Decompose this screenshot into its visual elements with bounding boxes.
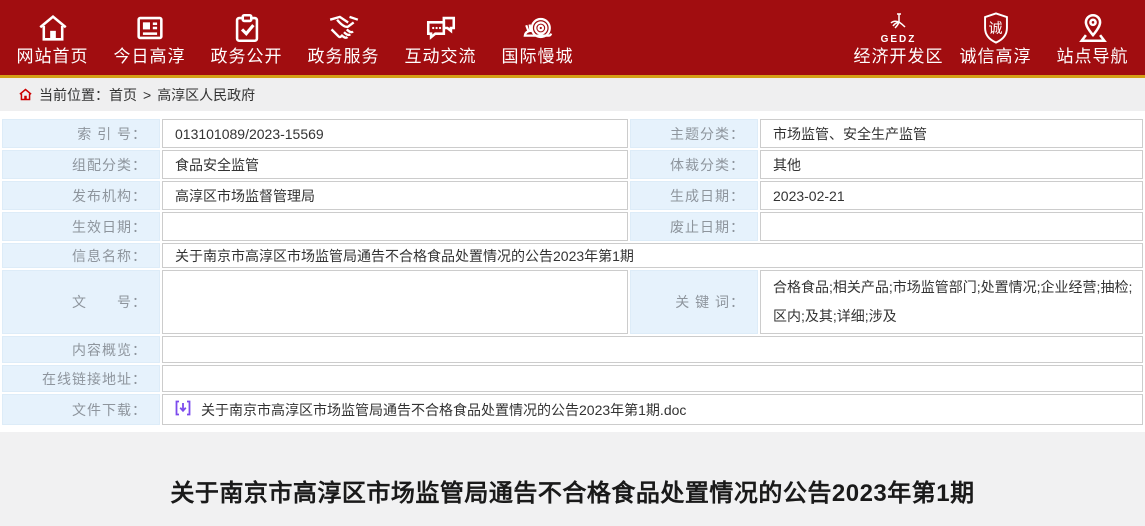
gedz-caption: GEDZ bbox=[881, 35, 917, 45]
top-navigation-bar: 网站首页 今日高淳 政务公开 政务服务 bbox=[0, 0, 1145, 78]
index-no-value: 013101089/2023-15569 bbox=[162, 119, 628, 148]
effective-date-label: 生效日期： bbox=[2, 212, 160, 241]
file-download-cell: 关于南京市高淳区市场监管局通告不合格食品处置情况的公告2023年第1期.doc bbox=[162, 394, 1143, 425]
content-overview-label: 内容概览： bbox=[2, 336, 160, 363]
publisher-value: 高淳区市场监督管理局 bbox=[162, 181, 628, 210]
nav-group-left: 网站首页 今日高淳 政务公开 政务服务 bbox=[4, 0, 586, 75]
info-name-value: 关于南京市高淳区市场监管局通告不合格食品处置情况的公告2023年第1期 bbox=[162, 243, 1143, 268]
download-icon bbox=[175, 400, 191, 419]
create-date-value: 2023-02-21 bbox=[760, 181, 1143, 210]
genre-category-label: 体裁分类： bbox=[630, 150, 758, 179]
meta-row-file-download: 文件下载： 关于南京市高淳区市场监管局通告不合格食品处置情况的公告2023年第1… bbox=[2, 394, 1143, 425]
doc-no-label: 文 号： bbox=[2, 270, 160, 334]
subject-label: 主题分类： bbox=[630, 119, 758, 148]
doc-no-value bbox=[162, 270, 628, 334]
nav-item-slow-city[interactable]: 国际慢城 bbox=[489, 0, 586, 75]
create-date-label: 生成日期： bbox=[630, 181, 758, 210]
online-link-value bbox=[162, 365, 1143, 392]
meta-row-effective-repeal: 生效日期： 废止日期： bbox=[2, 212, 1143, 241]
info-name-label: 信息名称： bbox=[2, 243, 160, 268]
nav-item-economic-zone[interactable]: GEDZ 经济开发区 bbox=[850, 0, 947, 75]
index-no-label: 索 引 号： bbox=[2, 119, 160, 148]
meta-row-online-link: 在线链接地址： bbox=[2, 365, 1143, 392]
nav-group-right: GEDZ 经济开发区 诚 诚信高淳 bbox=[850, 0, 1141, 75]
breadcrumb-current: 高淳区人民政府 bbox=[157, 85, 255, 105]
subject-value: 市场监管、安全生产监管 bbox=[760, 119, 1143, 148]
nav-item-label: 政务服务 bbox=[308, 47, 380, 67]
effective-date-value bbox=[162, 212, 628, 241]
nav-item-integrity[interactable]: 诚 诚信高淳 bbox=[947, 0, 1044, 75]
integrity-glyph: 诚 bbox=[981, 18, 1011, 38]
genre-category-value: 其他 bbox=[760, 150, 1143, 179]
gedz-logo: GEDZ bbox=[881, 9, 917, 47]
nav-item-label: 网站首页 bbox=[17, 47, 89, 67]
meta-row-docno-keywords: 文 号： 关 键 词： 合格食品;相关产品;市场监管部门;处置情况;企业经营;抽… bbox=[2, 270, 1143, 334]
nav-item-gov-services[interactable]: 政务服务 bbox=[295, 0, 392, 75]
nav-item-gov-disclosure[interactable]: 政务公开 bbox=[198, 0, 295, 75]
home-icon bbox=[36, 9, 70, 47]
nav-item-label: 政务公开 bbox=[211, 47, 283, 67]
repeal-date-value bbox=[760, 212, 1143, 241]
nav-item-home[interactable]: 网站首页 bbox=[4, 0, 101, 75]
meta-row-index-subject: 索 引 号： 013101089/2023-15569 主题分类： 市场监管、安… bbox=[2, 119, 1143, 148]
breadcrumb: 当前位置：首页 > 高淳区人民政府 bbox=[0, 78, 1145, 111]
document-meta-table: 索 引 号： 013101089/2023-15569 主题分类： 市场监管、安… bbox=[0, 117, 1145, 427]
meta-row-group-genre: 组配分类： 食品安全监管 体裁分类： 其他 bbox=[2, 150, 1143, 179]
group-category-value: 食品安全监管 bbox=[162, 150, 628, 179]
breadcrumb-home-link[interactable]: 首页 bbox=[109, 85, 137, 105]
document-meta-section: 索 引 号： 013101089/2023-15569 主题分类： 市场监管、安… bbox=[0, 117, 1145, 427]
nav-item-today[interactable]: 今日高淳 bbox=[101, 0, 198, 75]
nav-item-site-nav[interactable]: 站点导航 bbox=[1044, 0, 1141, 75]
map-pin-icon bbox=[1076, 9, 1110, 47]
nav-item-label: 国际慢城 bbox=[502, 47, 574, 67]
repeal-date-label: 废止日期： bbox=[630, 212, 758, 241]
nav-item-label: 经济开发区 bbox=[854, 47, 944, 67]
clipboard-check-icon bbox=[230, 9, 264, 47]
download-file-link[interactable]: 关于南京市高淳区市场监管局通告不合格食品处置情况的公告2023年第1期.doc bbox=[201, 400, 686, 420]
content-overview-value bbox=[162, 336, 1143, 363]
nav-item-label: 今日高淳 bbox=[114, 47, 186, 67]
group-category-label: 组配分类： bbox=[2, 150, 160, 179]
handshake-icon bbox=[326, 9, 362, 47]
publisher-label: 发布机构： bbox=[2, 181, 160, 210]
online-link-label: 在线链接地址： bbox=[2, 365, 160, 392]
breadcrumb-prefix: 当前位置： bbox=[39, 85, 109, 105]
file-download-label: 文件下载： bbox=[2, 394, 160, 425]
document-title-section: 关于南京市高淳区市场监管局通告不合格食品处置情况的公告2023年第1期 bbox=[0, 432, 1145, 526]
chat-bubbles-icon bbox=[424, 9, 458, 47]
nav-item-label: 互动交流 bbox=[405, 47, 477, 67]
nav-item-label: 站点导航 bbox=[1057, 47, 1129, 67]
meta-row-info-name: 信息名称： 关于南京市高淳区市场监管局通告不合格食品处置情况的公告2023年第1… bbox=[2, 243, 1143, 268]
keywords-label: 关 键 词： bbox=[630, 270, 758, 334]
meta-row-publisher-date: 发布机构： 高淳区市场监督管理局 生成日期： 2023-02-21 bbox=[2, 181, 1143, 210]
breadcrumb-home-icon bbox=[18, 87, 33, 102]
newspaper-icon bbox=[133, 9, 167, 47]
keywords-value: 合格食品;相关产品;市场监管部门;处置情况;企业经营;抽检;区内;及其;详细;涉… bbox=[760, 270, 1143, 334]
breadcrumb-separator: > bbox=[143, 87, 151, 103]
meta-row-overview: 内容概览： bbox=[2, 336, 1143, 363]
integrity-shield-icon: 诚 bbox=[981, 9, 1011, 47]
nav-item-interaction[interactable]: 互动交流 bbox=[392, 0, 489, 75]
nav-item-label: 诚信高淳 bbox=[960, 47, 1032, 67]
snail-icon bbox=[520, 9, 556, 47]
page-title: 关于南京市高淳区市场监管局通告不合格食品处置情况的公告2023年第1期 bbox=[170, 473, 974, 508]
